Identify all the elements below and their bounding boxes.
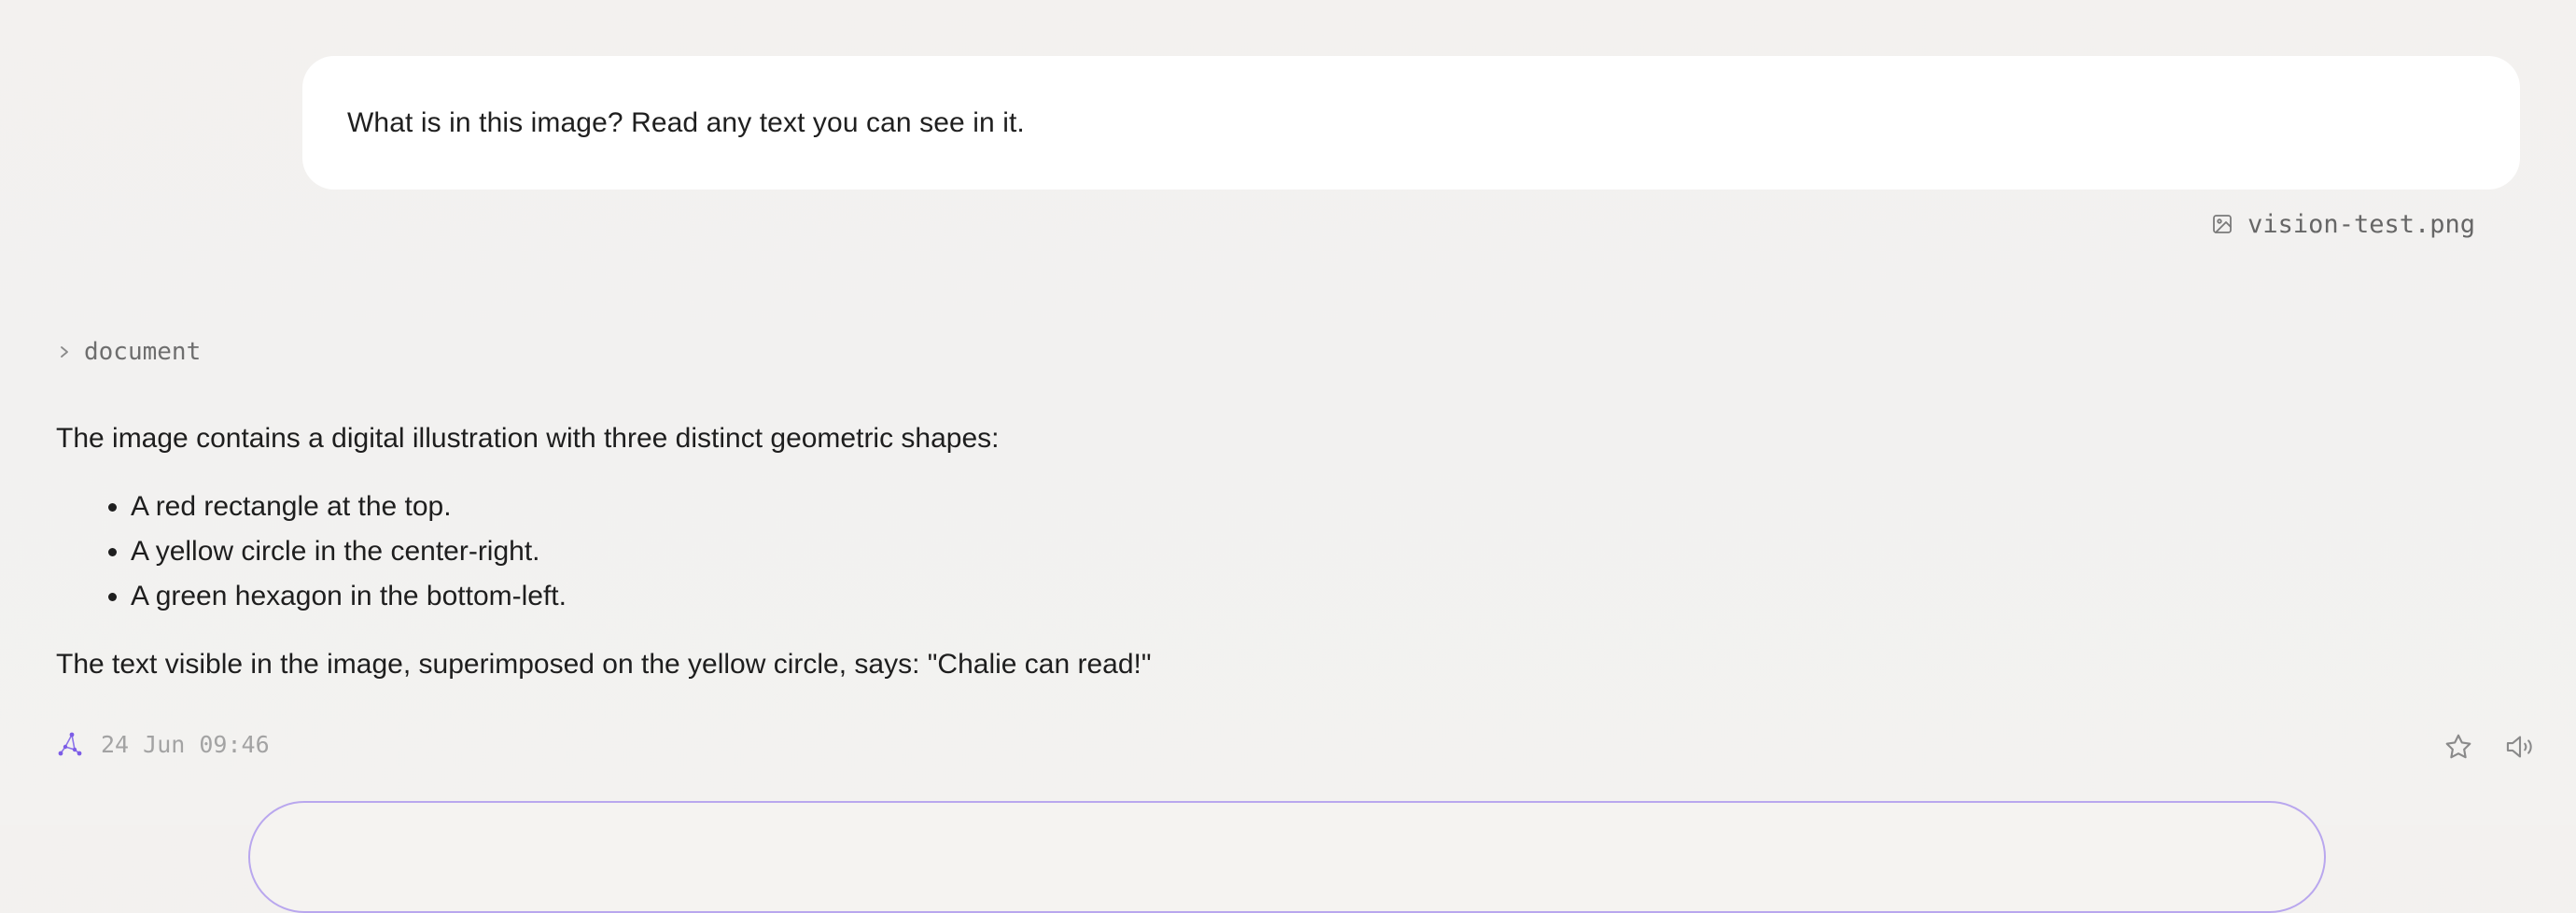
- message-actions: [2440, 728, 2539, 766]
- chevron-right-icon[interactable]: [56, 344, 73, 360]
- user-message-bubble: What is in this image? Read any text you…: [302, 56, 2520, 190]
- attachment-filename[interactable]: vision-test.png: [2247, 210, 2475, 239]
- list-item: A red rectangle at the top.: [131, 485, 2483, 529]
- document-toggle[interactable]: document: [56, 338, 201, 366]
- assistant-message: The image contains a digital illustratio…: [56, 416, 2483, 687]
- list-item: A yellow circle in the center-right.: [131, 529, 2483, 574]
- user-message-text: What is in this image? Read any text you…: [347, 106, 1025, 138]
- message-timestamp: 24 Jun 09:46: [101, 730, 270, 758]
- attachment-chip[interactable]: vision-test.png: [2210, 207, 2475, 241]
- composer-input[interactable]: [248, 801, 2326, 913]
- assistant-bullet-list: A red rectangle at the top. A yellow cir…: [56, 485, 2483, 619]
- assistant-intro: The image contains a digital illustratio…: [56, 423, 1000, 454]
- star-icon[interactable]: [2440, 728, 2477, 766]
- message-meta: 24 Jun 09:46: [56, 730, 270, 758]
- list-item: A green hexagon in the bottom-left.: [131, 574, 2483, 619]
- document-toggle-label[interactable]: document: [84, 338, 201, 366]
- assistant-conclusion: The text visible in the image, superimpo…: [56, 649, 1152, 680]
- constellation-icon: [56, 730, 84, 758]
- speaker-icon[interactable]: [2501, 728, 2539, 766]
- image-icon: [2210, 212, 2234, 236]
